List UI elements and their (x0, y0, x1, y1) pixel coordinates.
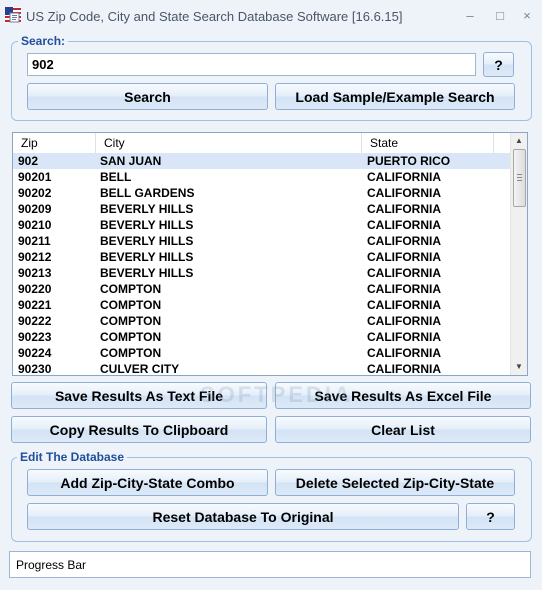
state-cell: PUERTO RICO (367, 154, 451, 168)
city-cell: CULVER CITY (100, 362, 180, 376)
search-help-button[interactable]: ? (483, 52, 514, 77)
zip-cell: 902 (18, 154, 39, 168)
city-cell: BEVERLY HILLS (100, 202, 194, 216)
state-cell: CALIFORNIA (367, 266, 441, 280)
scroll-up-icon[interactable]: ▲ (511, 133, 527, 149)
progress-bar: Progress Bar (9, 551, 531, 578)
state-cell: CALIFORNIA (367, 170, 441, 184)
table-row[interactable]: 90224 COMPTON CALIFORNIA (13, 345, 511, 361)
search-group-label: Search: (18, 34, 69, 48)
city-cell: BELL GARDENS (100, 186, 195, 200)
column-header-state[interactable]: State (362, 133, 494, 153)
results-header: Zip City State (13, 133, 511, 154)
results-list[interactable]: Zip City State 902 SAN JUAN PUERTO RICO 902… (12, 132, 528, 376)
load-sample-button[interactable]: Load Sample/Example Search (275, 83, 515, 110)
state-cell: CALIFORNIA (367, 202, 441, 216)
delete-selected-button[interactable]: Delete Selected Zip-City-State (275, 469, 515, 496)
table-row[interactable]: 902 SAN JUAN PUERTO RICO (13, 153, 511, 169)
city-cell: BEVERLY HILLS (100, 250, 194, 264)
table-row[interactable]: 90213 BEVERLY HILLS CALIFORNIA (13, 265, 511, 281)
city-cell: BEVERLY HILLS (100, 266, 194, 280)
search-button[interactable]: Search (27, 83, 268, 110)
city-cell: COMPTON (100, 282, 162, 296)
window-title: US Zip Code, City and State Search Datab… (26, 9, 403, 24)
zip-cell: 90202 (18, 186, 52, 200)
column-header-city[interactable]: City (96, 133, 362, 153)
results-scrollbar[interactable]: ▲ ▼ (510, 133, 527, 375)
zip-cell: 90230 (18, 362, 52, 376)
state-cell: CALIFORNIA (367, 346, 441, 360)
results-rows: 902 SAN JUAN PUERTO RICO 90201 BELL CALIFORNI… (13, 153, 511, 376)
app-window: US Zip Code, City and State Search Datab… (0, 0, 542, 590)
table-row[interactable]: 90220 COMPTON CALIFORNIA (13, 281, 511, 297)
title-bar: US Zip Code, City and State Search Datab… (0, 0, 542, 32)
edit-database-label: Edit The Database (17, 450, 128, 464)
table-row[interactable]: 90230 CULVER CITY CALIFORNIA (13, 361, 511, 376)
save-text-file-button[interactable]: Save Results As Text File (11, 382, 267, 409)
clear-list-button[interactable]: Clear List (275, 416, 531, 443)
state-cell: CALIFORNIA (367, 250, 441, 264)
scroll-thumb[interactable] (513, 149, 526, 207)
zip-cell: 90211 (18, 234, 51, 248)
state-cell: CALIFORNIA (367, 330, 441, 344)
state-cell: CALIFORNIA (367, 186, 441, 200)
state-cell: CALIFORNIA (367, 362, 441, 376)
maximize-button[interactable]: □ (489, 6, 511, 26)
copy-clipboard-button[interactable]: Copy Results To Clipboard (11, 416, 267, 443)
edit-help-button[interactable]: ? (466, 503, 515, 530)
city-cell: COMPTON (100, 314, 162, 328)
save-excel-file-button[interactable]: Save Results As Excel File (275, 382, 531, 409)
state-cell: CALIFORNIA (367, 234, 441, 248)
table-row[interactable]: 90202 BELL GARDENS CALIFORNIA (13, 185, 511, 201)
zip-cell: 90220 (18, 282, 52, 296)
city-cell: BEVERLY HILLS (100, 234, 194, 248)
search-input[interactable]: 902 (27, 53, 476, 76)
add-combo-button[interactable]: Add Zip-City-State Combo (27, 469, 268, 496)
zip-cell: 90213 (18, 266, 52, 280)
city-cell: COMPTON (100, 298, 162, 312)
table-row[interactable]: 90223 COMPTON CALIFORNIA (13, 329, 511, 345)
flag-icon (5, 7, 21, 23)
table-row[interactable]: 90221 COMPTON CALIFORNIA (13, 297, 511, 313)
zip-cell: 90224 (18, 346, 52, 360)
table-row[interactable]: 90209 BEVERLY HILLS CALIFORNIA (13, 201, 511, 217)
city-cell: COMPTON (100, 330, 162, 344)
zip-cell: 90209 (18, 202, 52, 216)
zip-cell: 90223 (18, 330, 52, 344)
state-cell: CALIFORNIA (367, 218, 441, 232)
state-cell: CALIFORNIA (367, 282, 441, 296)
scroll-down-icon[interactable]: ▼ (511, 359, 527, 375)
table-row[interactable]: 90212 BEVERLY HILLS CALIFORNIA (13, 249, 511, 265)
zip-cell: 90210 (18, 218, 52, 232)
state-cell: CALIFORNIA (367, 298, 441, 312)
state-cell: CALIFORNIA (367, 314, 441, 328)
zip-cell: 90212 (18, 250, 52, 264)
zip-cell: 90221 (18, 298, 52, 312)
table-row[interactable]: 90210 BEVERLY HILLS CALIFORNIA (13, 217, 511, 233)
city-cell: BEVERLY HILLS (100, 218, 194, 232)
table-row[interactable]: 90222 COMPTON CALIFORNIA (13, 313, 511, 329)
close-button[interactable]: × (516, 6, 538, 26)
city-cell: BELL (100, 170, 132, 184)
table-row[interactable]: 90201 BELL CALIFORNIA (13, 169, 511, 185)
city-cell: SAN JUAN (100, 154, 162, 168)
zip-cell: 90201 (18, 170, 52, 184)
table-row[interactable]: 90211 BEVERLY HILLS CALIFORNIA (13, 233, 511, 249)
reset-database-button[interactable]: Reset Database To Original (27, 503, 459, 530)
city-cell: COMPTON (100, 346, 162, 360)
zip-cell: 90222 (18, 314, 52, 328)
column-header-zip[interactable]: Zip (13, 133, 96, 153)
minimize-button[interactable]: – (459, 6, 481, 26)
